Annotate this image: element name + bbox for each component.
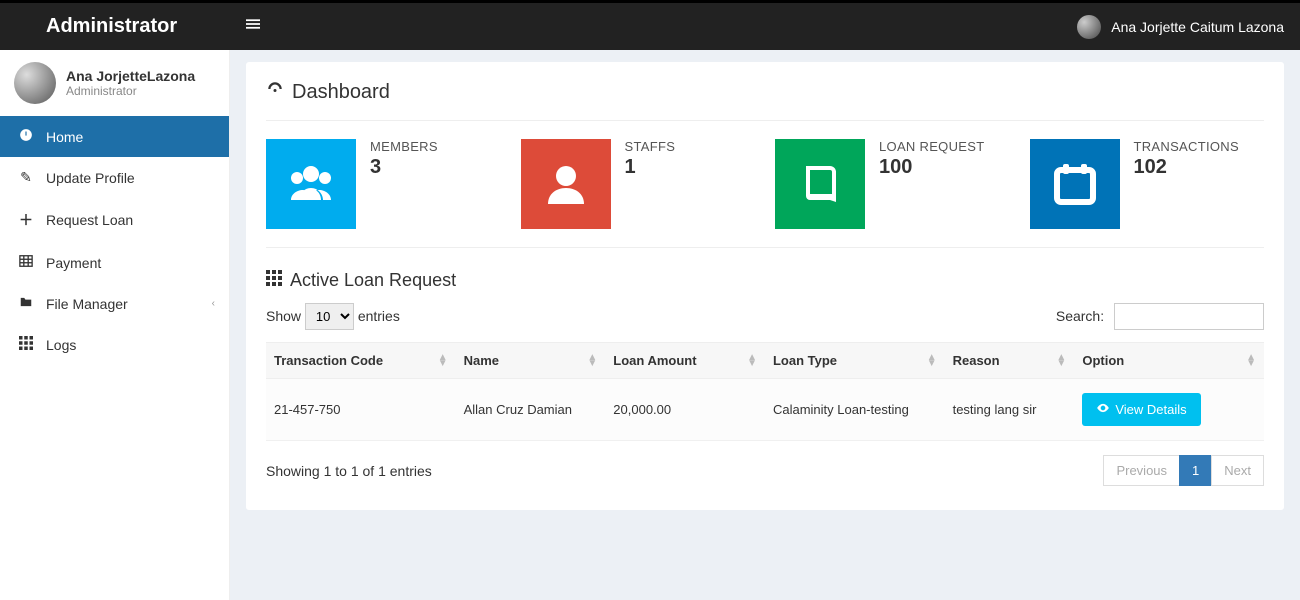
- pager: Previous 1 Next: [1104, 455, 1264, 486]
- view-details-button[interactable]: View Details: [1082, 393, 1200, 426]
- table-info: Showing 1 to 1 of 1 entries: [266, 463, 432, 479]
- dashboard-icon: [266, 80, 284, 104]
- eye-icon: [1096, 401, 1110, 418]
- sidebar-item-update-profile[interactable]: ✎ Update Profile: [0, 157, 229, 198]
- stat-transactions[interactable]: TRANSACTIONS 102: [1030, 139, 1265, 229]
- entries-select[interactable]: 10: [305, 303, 354, 330]
- chevron-left-icon: ‹: [212, 298, 215, 309]
- stat-label: TRANSACTIONS: [1134, 139, 1239, 154]
- col-loan-amount[interactable]: Loan Amount▲▼: [605, 343, 765, 379]
- sidebar-user-panel: Ana JorjetteLazona Administrator: [0, 50, 229, 116]
- sidebar-item-payment[interactable]: Payment: [0, 242, 229, 283]
- section-title-active-loan: Active Loan Request: [266, 270, 1264, 291]
- stat-members[interactable]: MEMBERS 3: [266, 139, 501, 229]
- menu-toggle-icon[interactable]: [246, 17, 260, 36]
- stat-value: 1: [625, 156, 676, 179]
- sidebar-item-file-manager[interactable]: File Manager ‹: [0, 283, 229, 324]
- grid-icon: [18, 336, 34, 353]
- user-icon: [521, 139, 611, 229]
- sidebar-item-label: Update Profile: [46, 170, 135, 186]
- cell-name: Allan Cruz Damian: [456, 379, 606, 441]
- sort-icon: ▲▼: [438, 355, 448, 367]
- stat-value: 3: [370, 156, 438, 179]
- calendar-icon: [1030, 139, 1120, 229]
- col-reason[interactable]: Reason▲▼: [945, 343, 1075, 379]
- stat-staffs[interactable]: STAFFS 1: [521, 139, 756, 229]
- brand-title[interactable]: Administrator: [0, 3, 230, 50]
- sort-icon: ▲▼: [747, 355, 757, 367]
- sort-icon: ▲▼: [1056, 355, 1066, 367]
- sidebar-item-label: Logs: [46, 337, 76, 353]
- search-input[interactable]: [1114, 303, 1264, 330]
- cell-option: View Details: [1074, 379, 1264, 441]
- sidebar-item-label: Home: [46, 129, 83, 145]
- table-icon: [18, 254, 34, 271]
- table-row: 21-457-750 Allan Cruz Damian 20,000.00 C…: [266, 379, 1264, 441]
- header-username: Ana Jorjette Caitum Lazona: [1111, 19, 1284, 35]
- cell-type: Calaminity Loan-testing: [765, 379, 945, 441]
- cell-amount: 20,000.00: [605, 379, 765, 441]
- stat-value: 100: [879, 156, 984, 179]
- sidebar-item-request-loan[interactable]: ＋ Request Loan: [0, 198, 229, 242]
- sort-icon: ▲▼: [1246, 355, 1256, 367]
- main-content: Dashboard MEMBERS 3: [230, 50, 1300, 600]
- sidebar-item-logs[interactable]: Logs: [0, 324, 229, 365]
- stat-label: LOAN REQUEST: [879, 139, 984, 154]
- sidebar: Ana JorjetteLazona Administrator Home ✎ …: [0, 50, 230, 600]
- pencil-icon: ✎: [18, 169, 34, 186]
- active-loan-table: Transaction Code▲▼ Name▲▼ Loan Amount▲▼ …: [266, 342, 1264, 441]
- pager-page-1[interactable]: 1: [1179, 455, 1212, 486]
- entries-length: Show 10 entries: [266, 303, 400, 330]
- stat-label: STAFFS: [625, 139, 676, 154]
- book-icon: [775, 139, 865, 229]
- stat-loan-request[interactable]: LOAN REQUEST 100: [775, 139, 1010, 229]
- avatar-icon: [1077, 15, 1101, 39]
- dashboard-icon: [18, 128, 34, 145]
- page-title: Dashboard: [266, 80, 1264, 121]
- search-wrap: Search:: [1056, 303, 1264, 330]
- users-icon: [266, 139, 356, 229]
- cell-code: 21-457-750: [266, 379, 456, 441]
- sidebar-user-role: Administrator: [66, 84, 195, 98]
- sidebar-item-home[interactable]: Home: [0, 116, 229, 157]
- avatar-icon: [14, 62, 56, 104]
- sort-icon: ▲▼: [927, 355, 937, 367]
- col-option[interactable]: Option▲▼: [1074, 343, 1264, 379]
- pager-next[interactable]: Next: [1211, 455, 1264, 486]
- sidebar-item-label: Payment: [46, 255, 101, 271]
- user-menu[interactable]: Ana Jorjette Caitum Lazona: [1077, 15, 1284, 39]
- stat-label: MEMBERS: [370, 139, 438, 154]
- sidebar-username: Ana JorjetteLazona: [66, 68, 195, 84]
- folder-icon: [18, 295, 34, 312]
- sidebar-item-label: Request Loan: [46, 212, 133, 228]
- pager-prev[interactable]: Previous: [1103, 455, 1180, 486]
- sidebar-item-label: File Manager: [46, 296, 128, 312]
- th-icon: [266, 270, 282, 291]
- col-transaction-code[interactable]: Transaction Code▲▼: [266, 343, 456, 379]
- plus-icon: ＋: [18, 210, 34, 230]
- sort-icon: ▲▼: [587, 355, 597, 367]
- stat-value: 102: [1134, 156, 1239, 179]
- cell-reason: testing lang sir: [945, 379, 1075, 441]
- col-loan-type[interactable]: Loan Type▲▼: [765, 343, 945, 379]
- col-name[interactable]: Name▲▼: [456, 343, 606, 379]
